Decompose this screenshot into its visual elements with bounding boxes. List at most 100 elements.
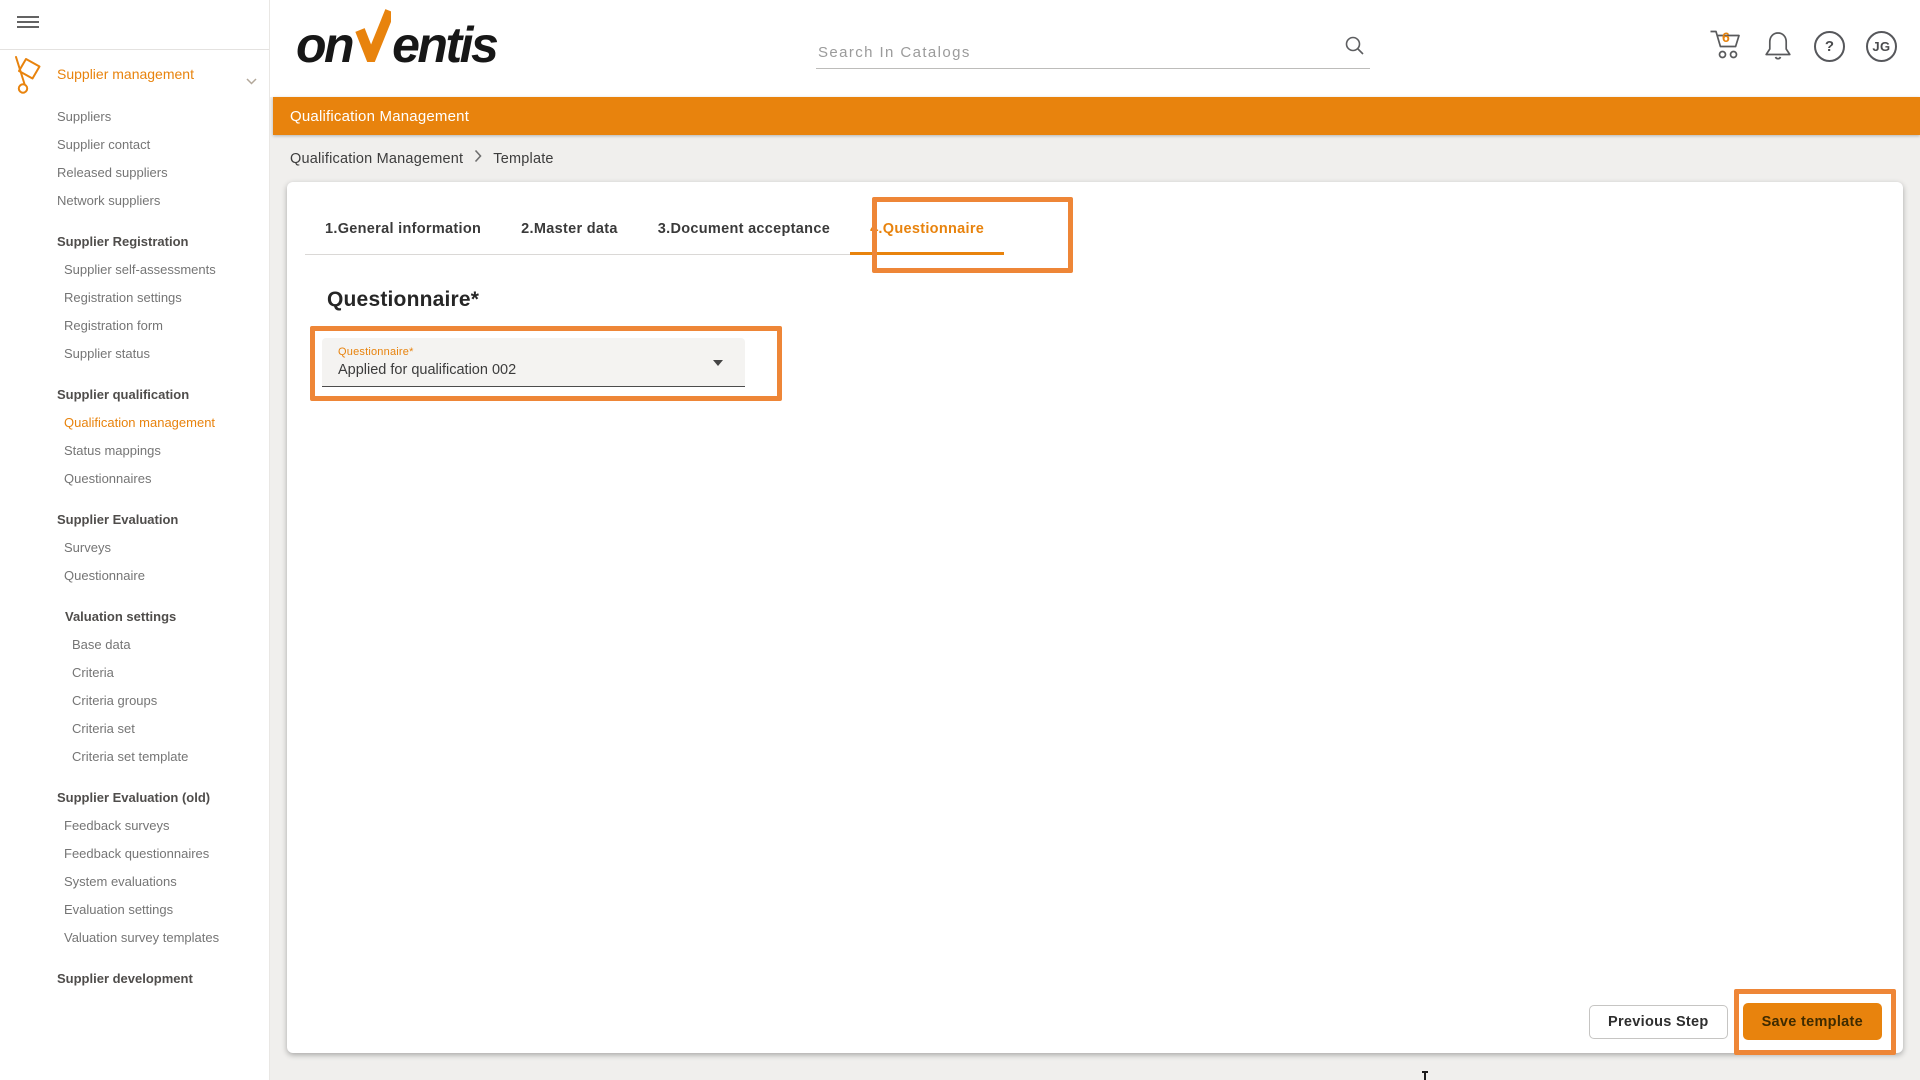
questionnaire-dropdown[interactable]: Questionnaire* Applied for qualification… <box>322 338 745 387</box>
sidebar-section-label: Supplier qualification <box>0 381 269 409</box>
sidebar-item-label: Registration settings <box>64 290 182 305</box>
sidebar-item-label: Evaluation settings <box>64 902 173 917</box>
sidebar-item-label: System evaluations <box>64 874 177 889</box>
sidebar-item[interactable]: Released suppliers <box>0 159 269 187</box>
sidebar-item[interactable]: Status mappings <box>0 437 269 465</box>
sidebar-item-label: Questionnaires <box>64 471 151 486</box>
sidebar-item-label: Criteria <box>72 665 114 680</box>
sidebar-item-label: Network suppliers <box>57 193 160 208</box>
breadcrumb-chevron-icon <box>474 149 482 168</box>
module-banner: Qualification Management <box>273 97 1920 135</box>
sidebar-item[interactable]: Evaluation settings <box>0 896 269 924</box>
sidebar-item-label: Valuation survey templates <box>64 930 219 945</box>
sidebar-item-label: Status mappings <box>64 443 161 458</box>
sidebar-item[interactable]: Network suppliers <box>0 187 269 215</box>
sidebar-section-label: Valuation settings <box>0 603 269 631</box>
page-title: Questionnaire* <box>327 288 479 312</box>
sidebar-root-supplier-management[interactable]: Supplier management <box>0 53 269 97</box>
sidebar-item[interactable]: Base data <box>0 631 269 659</box>
sidebar-section-label: Supplier Registration <box>0 228 269 256</box>
sidebar-item[interactable]: Supplier contact <box>0 131 269 159</box>
sidebar-section-label: Supplier Evaluation (old) <box>0 784 269 812</box>
sidebar-item[interactable]: System evaluations <box>0 868 269 896</box>
dropdown-caret-icon <box>713 360 723 366</box>
sidebar-item-label: Criteria groups <box>72 693 157 708</box>
questionnaire-dropdown-value: Applied for qualification 002 <box>338 362 729 378</box>
sidebar-item[interactable]: Supplier self-assessments <box>0 256 269 284</box>
sidebar-item-label: Criteria set <box>72 721 135 736</box>
sidebar-item[interactable]: Feedback questionnaires <box>0 840 269 868</box>
sidebar-item[interactable]: Questionnaire <box>0 562 269 590</box>
tab-general-information[interactable]: 1.General information <box>305 206 501 255</box>
avatar[interactable]: JG <box>1866 31 1897 62</box>
sidebar-item[interactable]: Qualification management <box>0 409 269 437</box>
sidebar-item[interactable]: Suppliers <box>0 103 269 131</box>
cart-count-badge[interactable]: 6 <box>1722 29 1730 45</box>
sidebar-item[interactable]: Criteria groups <box>0 687 269 715</box>
save-template-button[interactable]: Save template <box>1743 1003 1882 1040</box>
logo-text-on: on <box>296 16 352 74</box>
sidebar-item[interactable]: Criteria set template <box>0 743 269 771</box>
template-card: 1.General information 2.Master data 3.Do… <box>287 182 1903 1053</box>
sidebar-root-label: Supplier management <box>57 66 194 82</box>
sidebar-item-label: Supplier contact <box>57 137 150 152</box>
search-input[interactable] <box>816 43 1320 62</box>
text-cursor-artifact <box>1421 1071 1429 1080</box>
breadcrumb: Qualification Management Template <box>290 135 554 182</box>
sidebar-item[interactable]: Questionnaires <box>0 465 269 493</box>
sidebar-item-label: Valuation settings <box>65 609 176 624</box>
sidebar-item-label: Supplier development <box>57 971 193 986</box>
sidebar-item-label: Feedback surveys <box>64 818 170 833</box>
sidebar-item-label: Supplier status <box>64 346 150 361</box>
sidebar-item-label: Surveys <box>64 540 111 555</box>
previous-step-button[interactable]: Previous Step <box>1589 1005 1728 1039</box>
sidebar-item-label: Supplier Evaluation <box>57 512 178 527</box>
sidebar-item[interactable]: Feedback surveys <box>0 812 269 840</box>
sidebar-item[interactable]: Criteria <box>0 659 269 687</box>
avatar-initials: JG <box>1872 39 1890 54</box>
wizard-tabs: 1.General information 2.Master data 3.Do… <box>305 206 1004 255</box>
sidebar-item[interactable]: Registration form <box>0 312 269 340</box>
sidebar-item-label: Supplier self-assessments <box>64 262 216 277</box>
sidebar-header <box>0 0 269 50</box>
tab-document-acceptance[interactable]: 3.Document acceptance <box>638 206 850 255</box>
chevron-down-icon <box>246 72 257 90</box>
sidebar-item-label: Suppliers <box>57 109 111 124</box>
sidebar-item[interactable]: Registration settings <box>0 284 269 312</box>
sidebar-item-label: Base data <box>72 637 131 652</box>
sidebar-section-label: Supplier development <box>0 965 269 993</box>
hamburger-menu-icon[interactable] <box>17 16 39 31</box>
sidebar-item-label: Qualification management <box>64 415 215 430</box>
tab-questionnaire[interactable]: 4.Questionnaire <box>850 206 1004 255</box>
sidebar-nav-list: Suppliers Supplier contact Released supp… <box>0 103 269 993</box>
sidebar-item-label: Registration form <box>64 318 163 333</box>
sidebar-item[interactable]: Surveys <box>0 534 269 562</box>
help-glyph: ? <box>1825 38 1834 55</box>
sidebar: Supplier management Suppliers Supplier c… <box>0 0 270 1080</box>
sidebar-item-label: Criteria set template <box>72 749 188 764</box>
onventis-logo[interactable]: on entis <box>296 12 496 74</box>
breadcrumb-template: Template <box>493 151 553 167</box>
logo-text-entis: entis <box>392 16 496 74</box>
sidebar-item-label: Questionnaire <box>64 568 145 583</box>
sidebar-section-label: Supplier Evaluation <box>0 506 269 534</box>
sidebar-item[interactable]: Supplier status <box>0 340 269 368</box>
action-bar: Previous Step Save template <box>1589 1003 1882 1040</box>
breadcrumb-qualification-management[interactable]: Qualification Management <box>290 151 463 167</box>
sidebar-item-label: Supplier Evaluation (old) <box>57 790 210 805</box>
help-icon[interactable]: ? <box>1814 31 1845 62</box>
sidebar-item-label: Feedback questionnaires <box>64 846 209 861</box>
catalog-search <box>816 28 1370 69</box>
search-icon[interactable] <box>1344 35 1366 62</box>
sidebar-item-label: Released suppliers <box>57 165 168 180</box>
sidebar-item-label: Supplier qualification <box>57 387 189 402</box>
logo-checkmark-icon <box>355 8 391 74</box>
tab-master-data[interactable]: 2.Master data <box>501 206 638 255</box>
sidebar-item-label: Supplier Registration <box>57 234 188 249</box>
questionnaire-dropdown-label: Questionnaire* <box>338 346 729 358</box>
sidebar-item[interactable]: Criteria set <box>0 715 269 743</box>
sidebar-item[interactable]: Valuation survey templates <box>0 924 269 952</box>
module-banner-title: Qualification Management <box>290 108 469 125</box>
bell-icon[interactable] <box>1762 29 1794 68</box>
hand-truck-icon <box>13 55 44 101</box>
